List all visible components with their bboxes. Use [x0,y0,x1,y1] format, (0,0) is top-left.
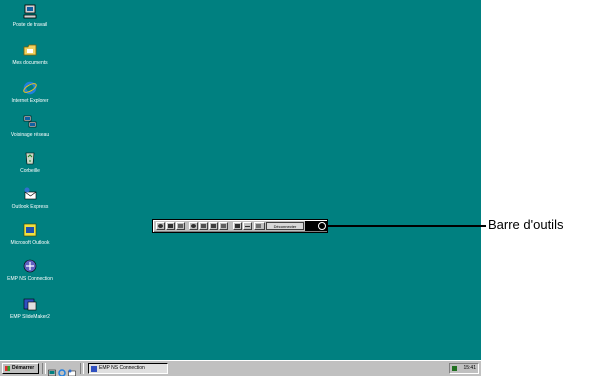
toolbar-select-button[interactable] [219,222,228,230]
network-icon [22,114,38,130]
select-icon [221,224,226,228]
projector-icon [235,224,240,228]
desktop: Poste de travail Mes documents Internet … [0,0,481,376]
toolbar-minus-button[interactable] [243,222,252,230]
desktop-icon-label: EMP NS Connection [7,276,53,282]
desktop-icon-emp-slidemaker2[interactable]: EMP SlideMaker2 [2,296,58,320]
emp-ns-icon [91,366,97,372]
outlook-express-icon [22,186,38,202]
toolbar-help-button[interactable] [156,222,165,230]
quicklaunch-outlook-icon[interactable] [68,364,76,376]
minus-icon [245,226,250,227]
desktop-icon-label: Corbeille [20,168,40,174]
system-tray: 15:41 [449,363,479,374]
desktop-icon-label: Voisinage réseau [10,132,50,138]
globe-icon [191,224,196,228]
desktop-icon-label: Outlook Express [11,204,49,210]
toolbar-list-button[interactable] [176,222,185,230]
desktop-icon-my-documents[interactable]: Mes documents [2,42,58,66]
toolbar-end-cap [305,221,327,231]
desktop-icon-recycle-bin[interactable]: Corbeille [2,150,58,174]
callout-line [326,225,486,227]
recycle-bin-icon [22,150,38,166]
toolbar-source-button[interactable] [254,222,265,230]
windows-logo-icon [5,366,10,371]
emp-ns-icon [22,258,38,274]
display-icon [168,224,173,228]
tools-icon [201,224,206,228]
internet-explorer-icon [22,80,38,96]
desktop-icon-my-computer[interactable]: Poste de travail [2,4,58,28]
desktop-icon-emp-ns-connection[interactable]: EMP NS Connection [2,258,58,282]
quicklaunch-desktop-icon[interactable] [48,364,56,376]
callout-point-icon [318,222,326,230]
task-label: EMP NS Connection [99,365,145,371]
taskbar-task-emp-ns-connection[interactable]: EMP NS Connection [88,363,168,374]
desktop-icon-microsoft-outlook[interactable]: Microsoft Outlook [2,222,58,246]
start-button[interactable]: Démarrer [2,363,39,374]
folder-icon [22,42,38,58]
toolbar-tools-button[interactable] [199,222,208,230]
source-icon [256,224,261,228]
list-icon [178,224,183,228]
taskbar-separator [80,363,84,374]
pointer-icon [211,224,216,228]
help-icon [158,224,163,228]
tray-network-icon[interactable] [452,366,457,371]
toolbar-disconnect-button[interactable]: Déconnecter [266,222,304,230]
desktop-icon-label: Internet Explorer [11,98,49,104]
desktop-icon-label: Microsoft Outlook [10,240,50,246]
toolbar-pointer-button[interactable] [209,222,218,230]
callout-label: Barre d'outils [488,217,564,232]
start-label: Démarrer [12,365,35,371]
desktop-icon-internet-explorer[interactable]: Internet Explorer [2,80,58,104]
quicklaunch-ie-icon[interactable] [58,364,66,376]
desktop-icon-label: EMP SlideMaker2 [10,314,50,320]
taskbar: Démarrer EMP NS Connection 15:41 [0,360,481,376]
desktop-icon-network[interactable]: Voisinage réseau [2,114,58,138]
toolbar-network-button[interactable] [189,222,198,230]
desktop-icon-outlook-express[interactable]: Outlook Express [2,186,58,210]
floating-toolbar: Déconnecter [152,219,328,233]
toolbar-projector-button[interactable] [233,222,242,230]
clock: 15:41 [463,365,476,371]
taskbar-separator [42,363,46,374]
desktop-icon-label: Poste de travail [12,22,48,28]
slidemaker-icon [22,296,38,312]
desktop-icon-label: Mes documents [12,60,48,66]
outlook-icon [22,222,38,238]
my-computer-icon [22,4,38,20]
toolbar-display-button[interactable] [166,222,175,230]
